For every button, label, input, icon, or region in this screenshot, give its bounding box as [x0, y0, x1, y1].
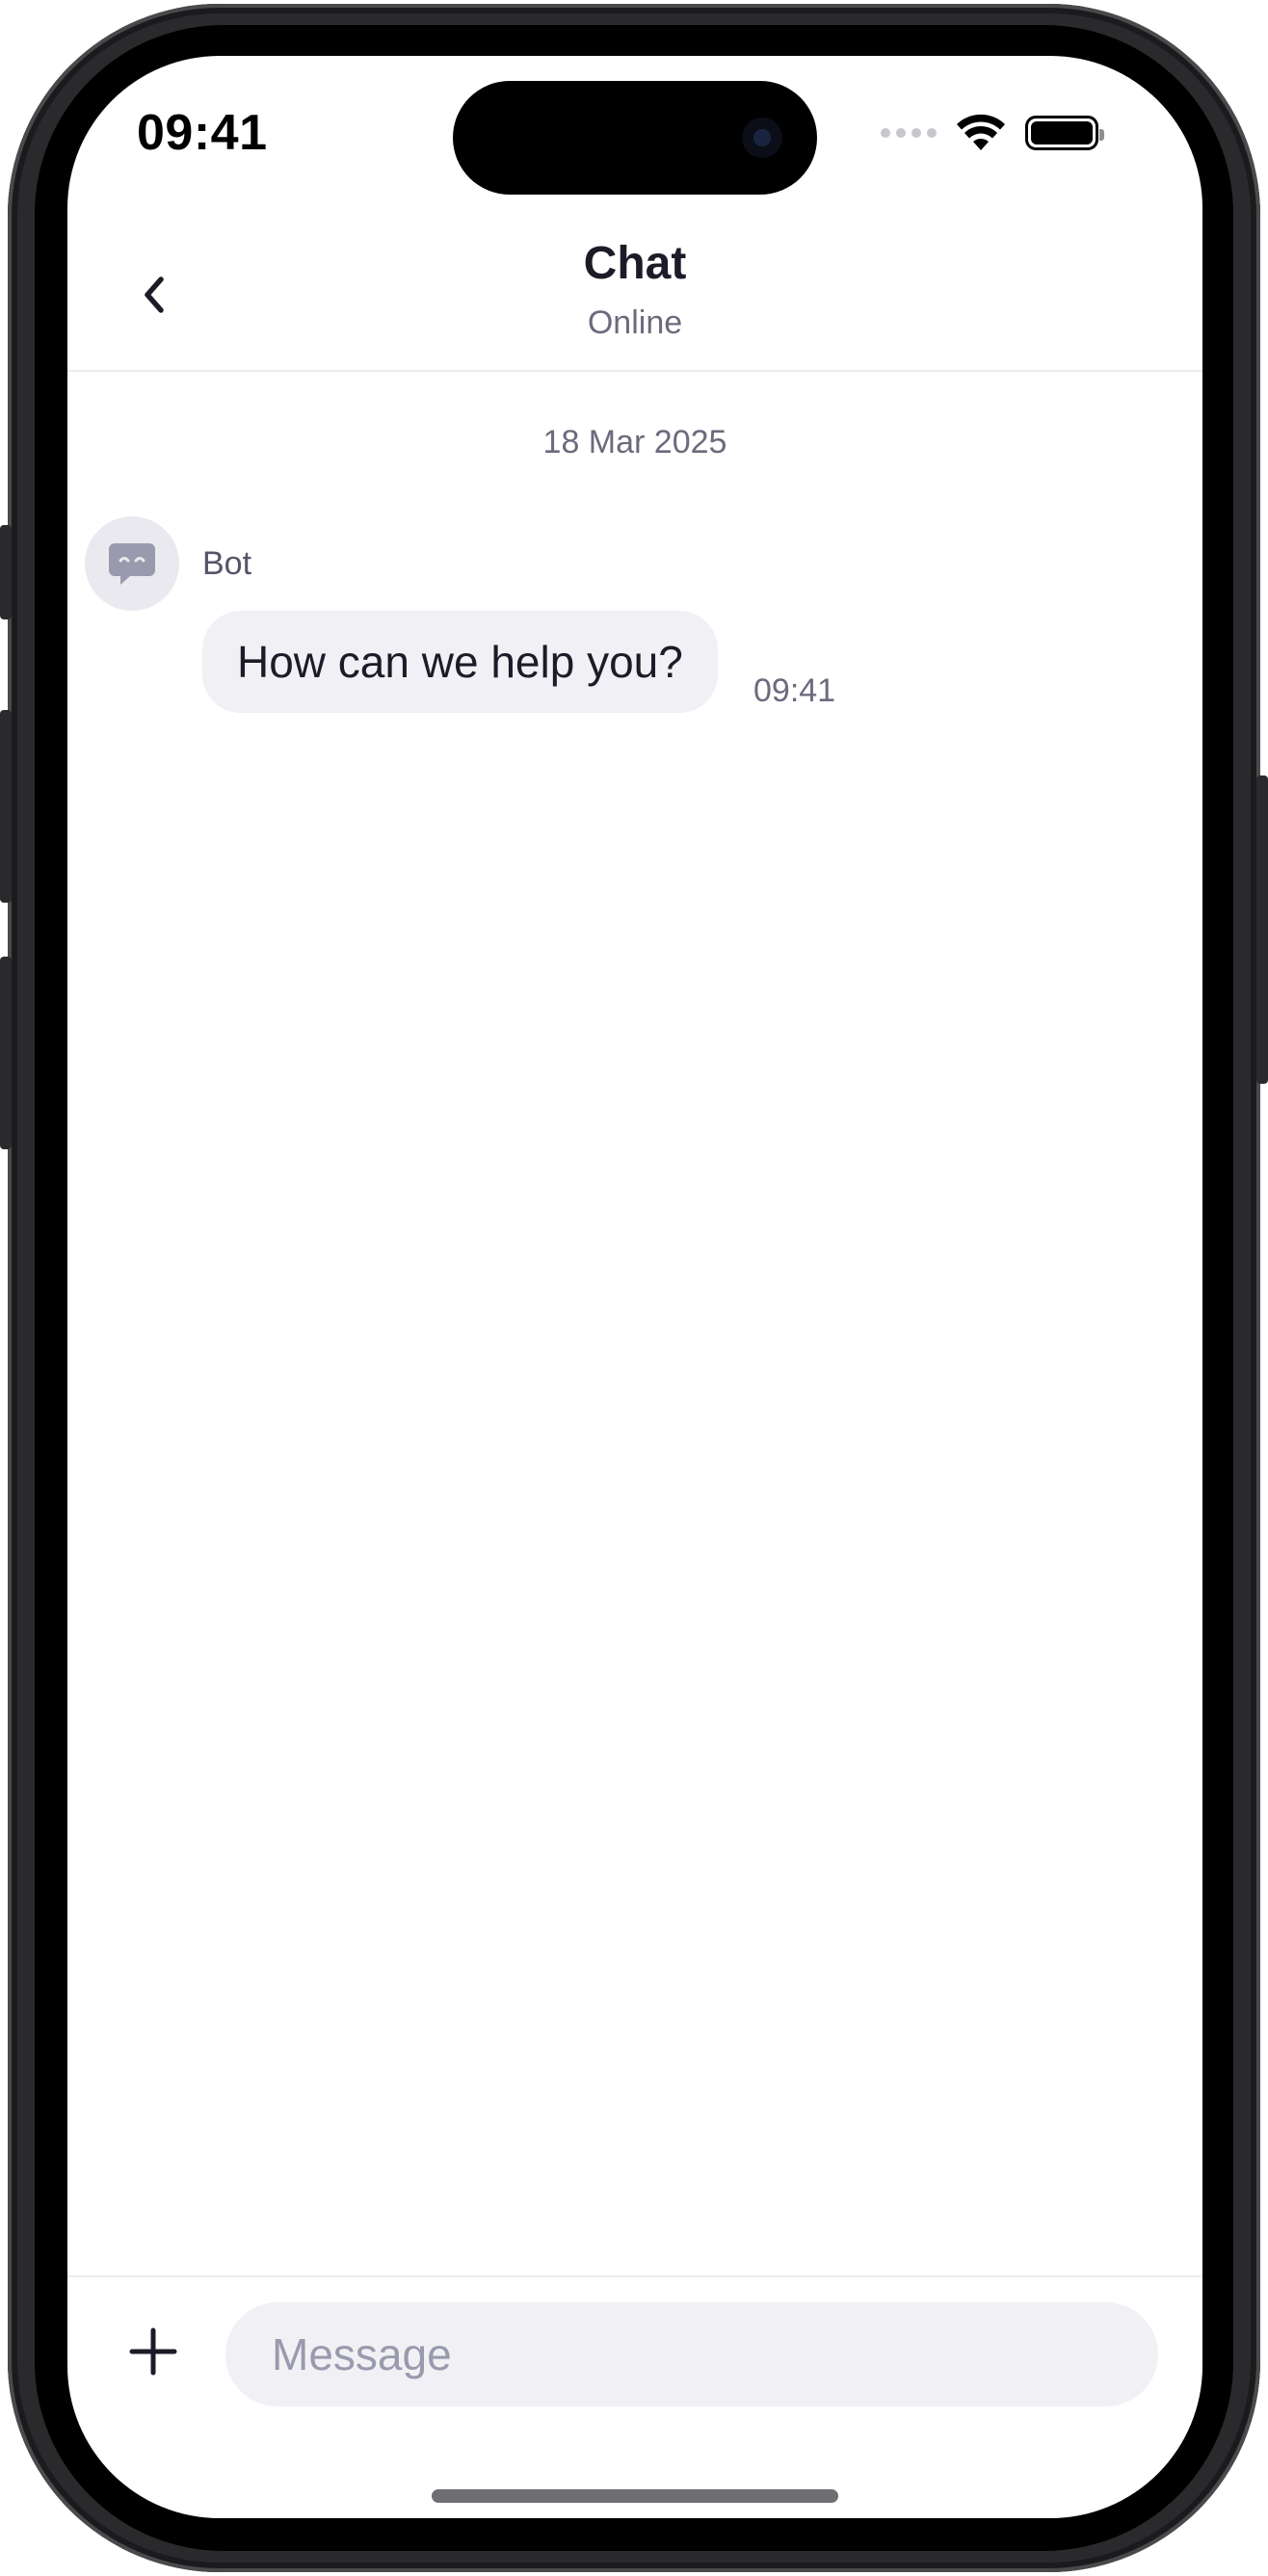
date-separator: 18 Mar 2025	[542, 424, 727, 460]
volume-down-button	[0, 957, 12, 1149]
presence-status: Online	[587, 304, 683, 341]
message-bubble[interactable]: How can we help you?	[202, 611, 718, 713]
battery-icon	[1025, 116, 1104, 150]
volume-up-button	[0, 710, 12, 903]
dynamic-island	[453, 81, 817, 195]
power-button	[1256, 775, 1268, 1084]
chat-header: Chat Online	[67, 231, 1202, 372]
status-icons	[881, 114, 1104, 152]
wifi-icon	[957, 114, 1005, 150]
action-button	[0, 525, 12, 619]
cellular-signal-icon	[881, 128, 937, 138]
plus-icon	[129, 2327, 177, 2376]
status-time: 09:41	[137, 105, 268, 161]
message-time: 09:41	[753, 672, 836, 709]
message-input[interactable]	[225, 2302, 1158, 2406]
add-attachment-button[interactable]	[119, 2318, 187, 2385]
bot-avatar	[85, 516, 179, 611]
front-camera	[742, 118, 782, 158]
message-composer	[67, 2275, 1202, 2410]
message-sender: Bot	[202, 545, 252, 582]
home-indicator[interactable]	[432, 2489, 838, 2503]
chat-bot-icon	[109, 543, 155, 585]
chat-title: Chat	[583, 238, 687, 289]
